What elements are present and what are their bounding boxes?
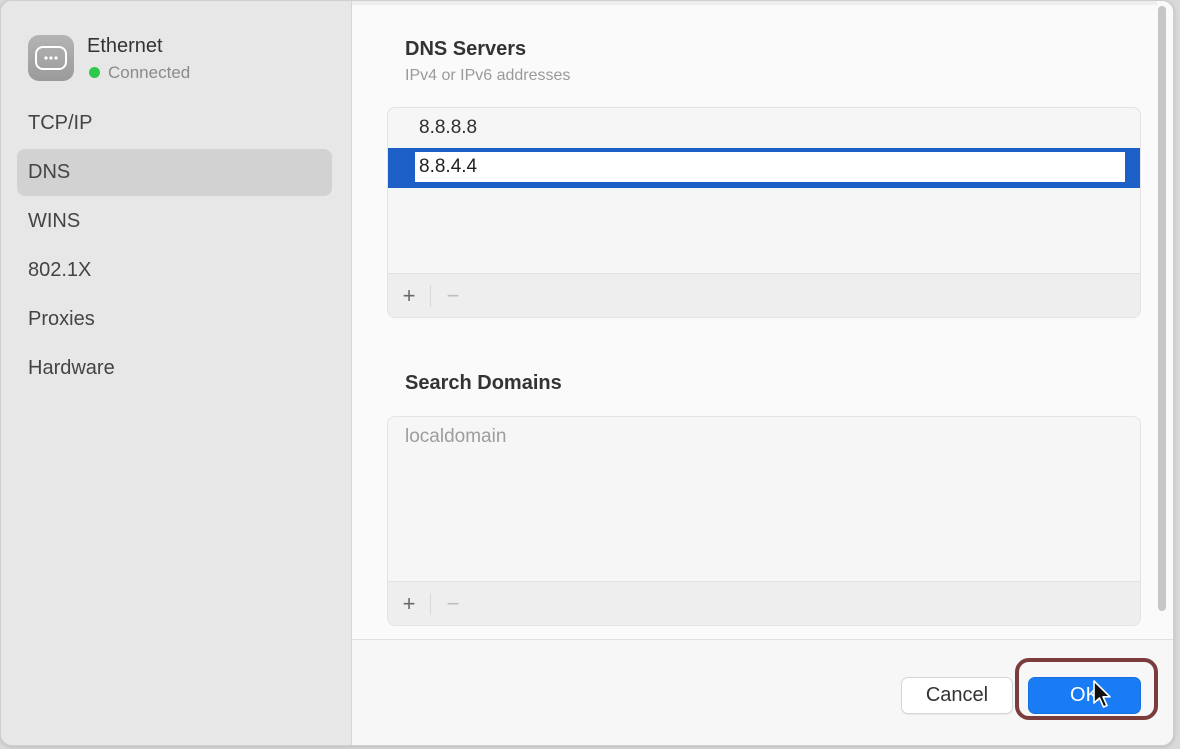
dns-servers-list[interactable]: 8.8.8.8 + − (387, 107, 1141, 318)
sidebar-item-proxies[interactable]: Proxies (17, 296, 332, 343)
search-domain-placeholder: localdomain (405, 426, 507, 447)
sidebar: Ethernet Connected TCP/IP DNS WINS 802.1… (1, 1, 352, 745)
search-domains-toolbar: + − (388, 581, 1140, 625)
remove-search-domain-button[interactable]: − (435, 582, 471, 625)
interface-status: Connected (89, 63, 190, 83)
remove-dns-server-button[interactable]: − (435, 274, 471, 317)
sidebar-item-wins[interactable]: WINS (17, 198, 332, 245)
add-dns-server-button[interactable]: + (391, 274, 427, 317)
dns-servers-toolbar: + − (388, 273, 1140, 317)
sidebar-item-8021x[interactable]: 802.1X (17, 247, 332, 294)
ethernet-icon (28, 35, 74, 81)
sidebar-item-dns[interactable]: DNS (17, 149, 332, 196)
search-domains-rows: localdomain (388, 417, 1140, 457)
dns-server-edit-field[interactable] (415, 152, 1125, 182)
toolbar-divider (430, 285, 431, 307)
dns-server-row-selected[interactable] (388, 148, 1140, 188)
dns-servers-subtitle: IPv4 or IPv6 addresses (405, 67, 571, 84)
sidebar-item-hardware[interactable]: Hardware (17, 345, 332, 392)
interface-status-text: Connected (108, 63, 191, 82)
main-panel: DNS Servers IPv4 or IPv6 addresses 8.8.8… (352, 1, 1157, 639)
dns-server-row[interactable]: 8.8.8.8 (388, 108, 1140, 148)
scrollbar[interactable] (1156, 6, 1168, 636)
ok-button-highlight (1015, 658, 1158, 720)
sidebar-item-tcpip[interactable]: TCP/IP (17, 100, 332, 147)
network-dns-window: Ethernet Connected TCP/IP DNS WINS 802.1… (0, 0, 1174, 746)
cancel-button[interactable]: Cancel (901, 677, 1013, 714)
dns-servers-rows: 8.8.8.8 (388, 108, 1140, 188)
add-search-domain-button[interactable]: + (391, 582, 427, 625)
scrollbar-thumb[interactable] (1158, 6, 1166, 611)
interface-name: Ethernet (87, 35, 163, 57)
dns-servers-title: DNS Servers (405, 38, 527, 60)
status-dot-icon (89, 67, 100, 78)
toolbar-divider (430, 593, 431, 615)
sidebar-nav: TCP/IP DNS WINS 802.1X Proxies Hardware (17, 100, 332, 394)
mouse-pointer-icon (1093, 680, 1111, 708)
search-domains-list[interactable]: localdomain + − (387, 416, 1141, 626)
search-domains-title: Search Domains (405, 372, 562, 394)
top-edge (352, 1, 1157, 5)
